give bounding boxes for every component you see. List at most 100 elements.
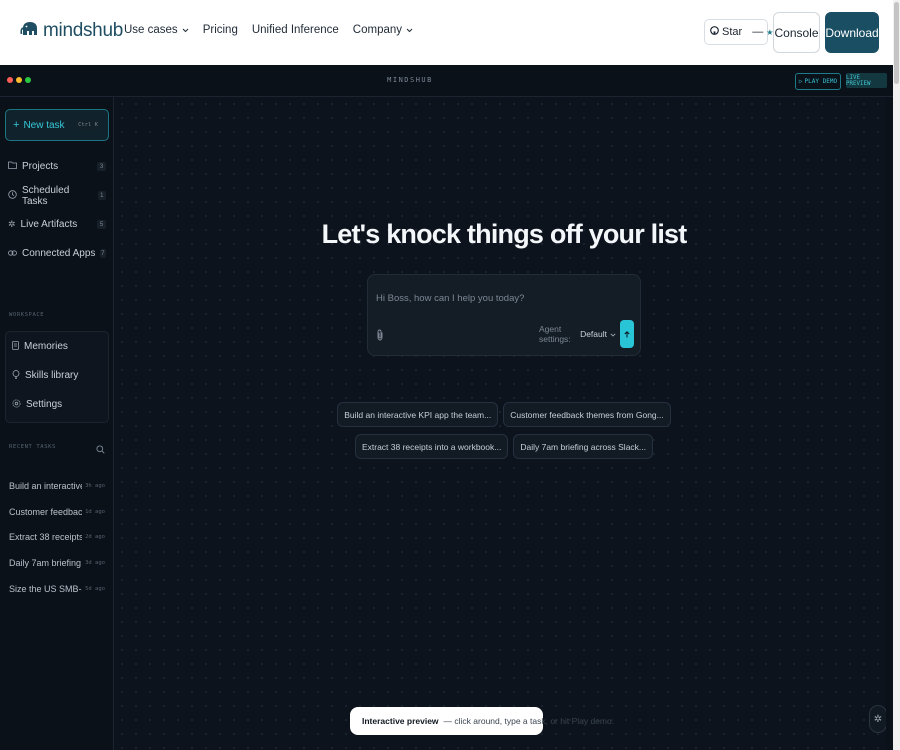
toast-text: — click around, type a task, or hit Play… — [443, 716, 615, 726]
play-demo-button[interactable]: ▷ PLAY DEMO — [795, 73, 841, 90]
document-icon — [12, 340, 19, 353]
chevron-down-icon — [182, 24, 189, 36]
sidebar: + New task Ctrl K Projects 3 Scheduled T… — [0, 97, 114, 750]
suggestion-chip[interactable]: Customer feedback themes from Gong... — [503, 402, 671, 427]
new-task-label: New task — [23, 119, 65, 131]
sidebar-item-settings[interactable]: Settings — [6, 390, 108, 419]
folder-icon — [8, 161, 17, 172]
recent-task-item[interactable]: Size the US SMB-analytics... 5d ago — [0, 576, 114, 602]
github-icon — [710, 26, 719, 38]
send-button[interactable] — [620, 320, 634, 348]
suggestion-chips: Build an interactive KPI app the team...… — [115, 402, 893, 466]
interactive-preview-toast: Interactive preview — click around, type… — [350, 707, 614, 735]
count-badge: 5 — [97, 220, 106, 229]
recent-task-title: Customer feedback them... — [9, 506, 83, 517]
task-composer: Hi Boss, how can I help you today? Agent… — [367, 274, 641, 356]
link-icon — [8, 248, 17, 259]
scrollbar-thumb[interactable] — [894, 2, 899, 84]
nav-company[interactable]: Company — [353, 24, 413, 36]
nav-label: Use cases — [124, 24, 178, 36]
github-star-button[interactable]: Star — ★ — [704, 19, 773, 45]
chevron-down-icon — [406, 24, 413, 36]
paperclip-icon[interactable] — [376, 328, 384, 346]
recent-task-item[interactable]: Daily 7am briefing across ... 3d ago — [0, 550, 114, 576]
star-count: — — [752, 26, 764, 38]
nav-label: Unified Inference — [251, 24, 339, 36]
agent-settings-value: Default — [580, 328, 607, 339]
sidebar-item-label: Connected Apps & D... — [22, 248, 95, 259]
play-demo-label: PLAY DEMO — [804, 78, 838, 85]
sidebar-item-label: Projects — [22, 161, 59, 172]
suggestion-chip[interactable]: Build an interactive KPI app the team... — [337, 402, 499, 427]
chevron-down-icon — [610, 329, 616, 339]
sidebar-item-live-artifacts[interactable]: ✲ Live Artifacts 5 — [0, 210, 114, 239]
suggestion-chip[interactable]: Daily 7am briefing across Slack... — [513, 434, 654, 459]
nav-label: Pricing — [202, 24, 238, 36]
recent-task-item[interactable]: Extract 38 receipts into a ... 2d ago — [0, 525, 114, 551]
toast-title: Interactive preview — [362, 716, 439, 726]
page-scrollbar[interactable] — [893, 0, 900, 750]
sidebar-item-scheduled-tasks[interactable]: Scheduled Tasks 1 — [0, 181, 114, 210]
star-label: Star — [722, 26, 743, 38]
search-icon[interactable] — [96, 441, 105, 459]
logo[interactable]: mindshub — [20, 20, 123, 42]
suggestion-chip[interactable]: Extract 38 receipts into a workbook... — [354, 434, 509, 459]
chip-row: Extract 38 receipts into a workbook... D… — [115, 434, 893, 459]
sparkle-icon: ✲ — [8, 219, 16, 229]
star-left: Star — [705, 20, 747, 44]
clock-icon — [8, 189, 17, 202]
main-nav: Use cases Pricing Unified Inference Comp… — [124, 24, 413, 36]
page-title: Let's knock things off your list — [321, 219, 688, 249]
recent-task-item[interactable]: Build an interactive KPI ap... 3h ago — [0, 473, 114, 499]
recent-task-title: Daily 7am briefing across ... — [9, 558, 82, 569]
nav-unified-inference[interactable]: Unified Inference — [252, 24, 339, 36]
count-badge: 7 — [99, 249, 106, 258]
console-button[interactable]: Console — [773, 12, 820, 53]
sidebar-item-skills-library[interactable]: Skills library — [6, 361, 108, 390]
elephant-logo-icon — [20, 21, 40, 42]
sidebar-item-projects[interactable]: Projects 3 — [0, 152, 114, 181]
sparkle-button[interactable]: ✲ — [869, 705, 887, 733]
sidebar-item-label: Settings — [26, 399, 63, 410]
download-button[interactable]: Download — [825, 12, 879, 53]
gear-icon — [12, 399, 21, 411]
main-canvas: Let's knock things off your list Hi Boss… — [115, 97, 893, 750]
sidebar-item-label: Skills library — [25, 370, 79, 381]
site-header: mindshub Use cases Pricing Unified Infer… — [0, 0, 893, 65]
arrow-up-icon — [624, 325, 630, 343]
workspace-label: WORKSPACE — [9, 312, 45, 318]
window-titlebar: MINDSHUB ▷ PLAY DEMO LIVE PREVIEW — [0, 65, 893, 97]
play-icon: ▷ — [798, 78, 803, 85]
agent-settings-select[interactable]: Agent settings: Default — [534, 321, 616, 346]
count-badge: 3 — [97, 162, 106, 171]
sparkle-icon: ✲ — [873, 713, 883, 725]
live-preview-badge: LIVE PREVIEW — [846, 73, 887, 88]
recent-tasks-list: Build an interactive KPI ap... 3h ago Cu… — [0, 473, 114, 602]
logo-text: mindshub — [43, 20, 123, 41]
count-badge: 1 — [97, 191, 106, 200]
chip-row: Build an interactive KPI app the team...… — [115, 402, 893, 427]
bulb-icon — [12, 369, 20, 382]
prompt-input[interactable]: Hi Boss, how can I help you today? — [376, 293, 524, 304]
recent-task-time: 3d ago — [85, 560, 105, 567]
sidebar-item-label: Memories — [24, 341, 68, 352]
app-preview-window: MINDSHUB ▷ PLAY DEMO LIVE PREVIEW + New … — [0, 65, 893, 750]
nav-use-cases[interactable]: Use cases — [124, 24, 189, 36]
recent-task-title: Size the US SMB-analytics... — [9, 584, 82, 595]
new-task-button[interactable]: + New task Ctrl K — [5, 109, 109, 141]
recent-task-time: 3h ago — [85, 482, 105, 489]
recent-task-title: Build an interactive KPI ap... — [9, 480, 83, 491]
shortcut-hint: Ctrl K — [75, 120, 101, 130]
recent-task-time: 5d ago — [85, 586, 105, 593]
recent-task-time: 2d ago — [85, 534, 105, 541]
recent-tasks-label: RECENT TASKS — [9, 444, 56, 450]
sidebar-item-connected-apps[interactable]: Connected Apps & D... 7 — [0, 239, 114, 268]
recent-task-item[interactable]: Customer feedback them... 1d ago — [0, 499, 114, 525]
agent-settings-label: Agent settings: — [539, 323, 571, 344]
app-scrollbar[interactable] — [886, 97, 893, 750]
recent-task-time: 1d ago — [85, 508, 105, 515]
workspace-group: Memories Skills library Settings — [5, 331, 109, 423]
sidebar-item-label: Live Artifacts — [20, 219, 78, 230]
sidebar-item-memories[interactable]: Memories — [6, 332, 108, 361]
nav-pricing[interactable]: Pricing — [203, 24, 238, 36]
